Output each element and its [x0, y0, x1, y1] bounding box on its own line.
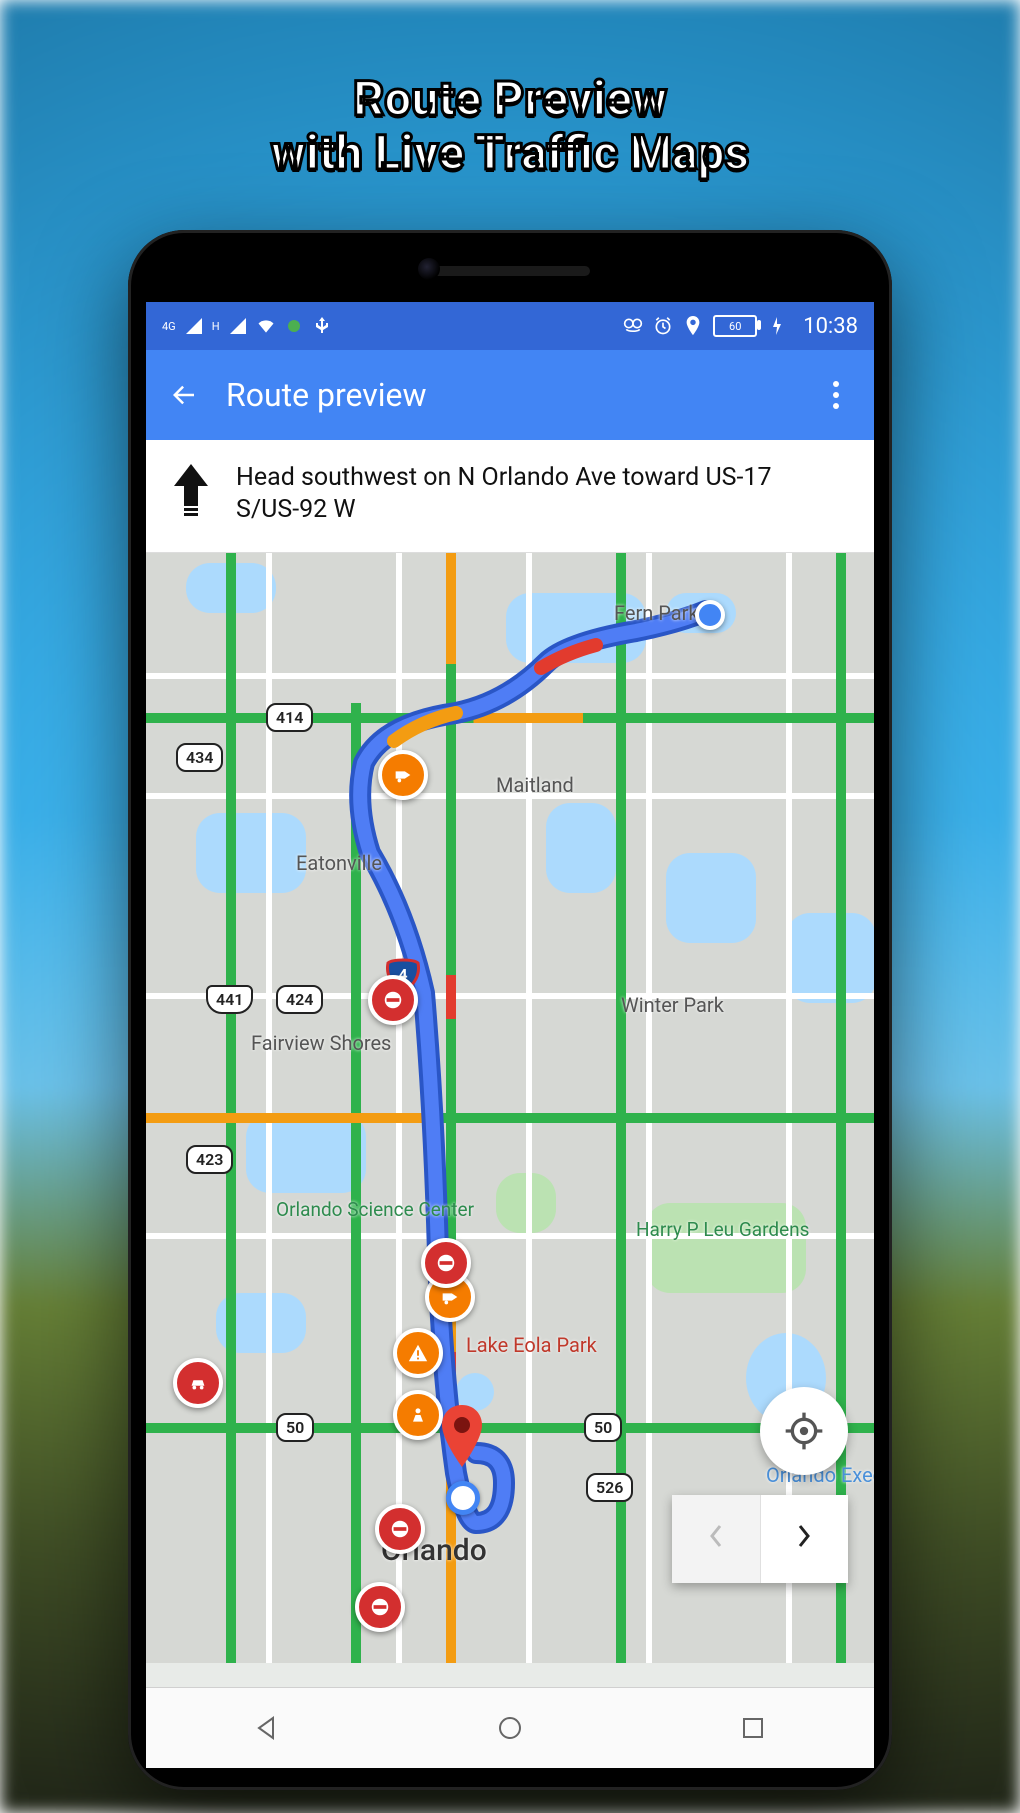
android-nav-bar: [146, 1687, 874, 1768]
signal-icon: [184, 316, 204, 336]
accident-icon[interactable]: [173, 1358, 223, 1408]
nav-recent-button[interactable]: [723, 1708, 783, 1748]
shield-441: 441: [206, 985, 253, 1014]
silent-icon: [623, 316, 643, 336]
shield-424: 424: [276, 985, 323, 1014]
shield-434: 434: [176, 743, 223, 772]
hazard-icon[interactable]: [393, 1328, 443, 1378]
back-button[interactable]: [164, 375, 204, 415]
crosshair-icon: [784, 1411, 824, 1451]
step-pager: [672, 1495, 848, 1583]
nav-home-button[interactable]: [480, 1708, 540, 1748]
network-label-2: H: [212, 320, 220, 333]
network-label-1: 4G: [162, 320, 176, 333]
place-fern-park: Fern Park: [614, 601, 699, 625]
promo-line-1: Route Preview: [353, 70, 667, 127]
construction-icon[interactable]: [393, 1390, 443, 1440]
chevron-left-icon: [706, 1522, 726, 1550]
shield-50a: 50: [276, 1413, 314, 1442]
appbar-title: Route preview: [226, 376, 816, 414]
place-science-center: Orlando Science Center: [276, 1198, 474, 1221]
shield-526: 526: [586, 1473, 633, 1502]
dot-icon: [284, 316, 304, 336]
wifi-icon: [256, 316, 276, 336]
app-bar: Route preview: [146, 350, 874, 440]
promo-title: Route Preview with Live Traffic Maps: [0, 72, 1020, 180]
overflow-menu-button[interactable]: [816, 375, 856, 415]
traffic-cam-icon[interactable]: [378, 750, 428, 800]
map-canvas[interactable]: Fern Park Maitland Eatonville Winter Par…: [146, 553, 874, 1663]
nav-back-button[interactable]: [237, 1708, 297, 1748]
road-closed-icon[interactable]: [355, 1582, 405, 1632]
direction-card[interactable]: Head southwest on N Orlando Ave toward U…: [146, 440, 874, 553]
status-bar: 4G H: [146, 302, 874, 350]
place-fairview: Fairview Shores: [251, 1031, 391, 1055]
promo-line-2: with Live Traffic Maps: [0, 126, 1020, 180]
place-eatonville: Eatonville: [296, 851, 382, 875]
usb-icon: [312, 316, 332, 336]
charging-icon: [767, 316, 787, 336]
place-maitland: Maitland: [496, 773, 574, 797]
place-winter-park: Winter Park: [621, 993, 724, 1017]
phone-frame: 4G H: [128, 230, 892, 1790]
place-lake-eola: Lake Eola Park: [466, 1333, 576, 1357]
prev-step-button: [672, 1495, 760, 1583]
route-start-marker: [695, 600, 725, 630]
shield-414: 414: [266, 703, 313, 732]
destination-pin-icon: [440, 1405, 484, 1467]
signal-icon: [228, 316, 248, 336]
alarm-icon: [653, 316, 673, 336]
battery-level: 60: [729, 320, 741, 333]
direction-text: Head southwest on N Orlando Ave toward U…: [236, 462, 796, 526]
road-closed-icon[interactable]: [375, 1504, 425, 1554]
road-closed-icon[interactable]: [368, 975, 418, 1025]
location-icon: [683, 316, 703, 336]
shield-423: 423: [186, 1145, 233, 1174]
straight-arrow-icon: [168, 462, 214, 520]
battery-indicator: 60: [713, 315, 757, 337]
road-closed-icon[interactable]: [421, 1238, 471, 1288]
shield-50b: 50: [584, 1413, 622, 1442]
chevron-right-icon: [794, 1522, 814, 1550]
phone-screen: 4G H: [146, 302, 874, 1768]
place-leu-gardens: Harry P Leu Gardens: [636, 1218, 786, 1241]
next-step-button[interactable]: [760, 1495, 849, 1583]
route-end-marker: [446, 1481, 480, 1515]
recenter-button[interactable]: [760, 1387, 848, 1475]
clock: 10:38: [803, 314, 858, 339]
